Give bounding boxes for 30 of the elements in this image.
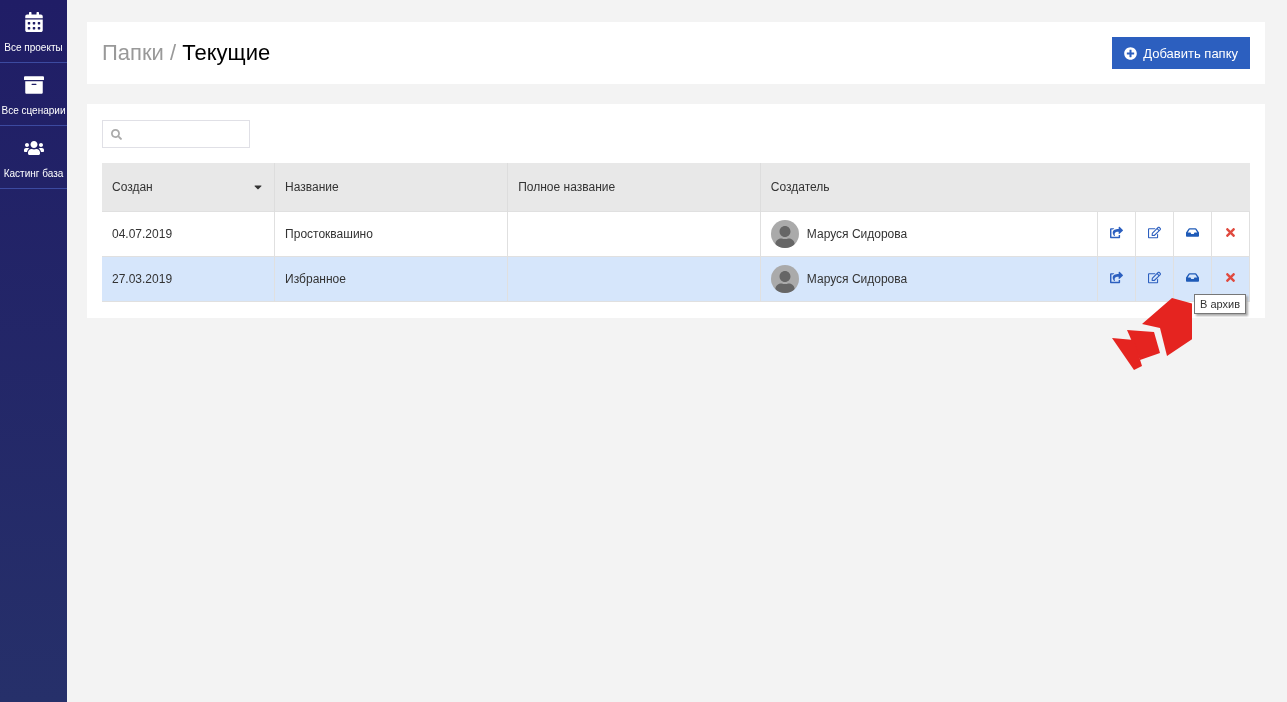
page-title: Папки / Текущие bbox=[102, 40, 271, 66]
share-icon[interactable] bbox=[1110, 226, 1123, 239]
table-cell: 04.07.2019 bbox=[102, 211, 275, 257]
inbox-icon[interactable] bbox=[1186, 226, 1199, 239]
edit-icon[interactable] bbox=[1148, 226, 1161, 239]
add-folder-button[interactable]: Добавить папку bbox=[1112, 37, 1250, 69]
table-cell: 27.03.2019 bbox=[102, 256, 275, 302]
creator-name: Маруся Сидорова bbox=[806, 227, 908, 241]
search-field[interactable] bbox=[102, 120, 250, 148]
table-cell: Простоквашино bbox=[274, 211, 508, 257]
column-header[interactable]: Создатель bbox=[760, 163, 1250, 212]
inbox-icon[interactable] bbox=[1186, 271, 1199, 284]
column-header[interactable]: Полное название bbox=[507, 163, 761, 212]
column-header[interactable]: Создан bbox=[102, 163, 275, 212]
creator-name: Маруся Сидорова bbox=[806, 272, 908, 286]
avatar-icon bbox=[770, 265, 799, 293]
table-row[interactable]: 04.07.2019 Простоквашино Маруся Сидорова bbox=[102, 211, 1250, 257]
avatar-icon bbox=[770, 220, 799, 248]
share-icon[interactable] bbox=[1110, 271, 1123, 284]
plus-icon bbox=[1124, 46, 1138, 60]
users-icon bbox=[23, 138, 44, 158]
table-cell: Избранное bbox=[274, 256, 508, 302]
edit-icon[interactable] bbox=[1148, 271, 1161, 284]
delete-icon[interactable] bbox=[1224, 271, 1237, 284]
archive-icon bbox=[23, 75, 44, 95]
calendar-icon bbox=[23, 12, 44, 32]
search-icon bbox=[111, 128, 122, 140]
column-header[interactable]: Название bbox=[274, 163, 508, 212]
delete-icon[interactable] bbox=[1224, 226, 1237, 239]
tooltip: В архив bbox=[1194, 294, 1246, 314]
